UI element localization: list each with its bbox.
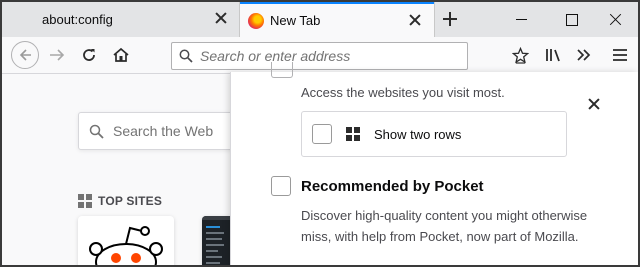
- close-tab-icon[interactable]: [408, 13, 422, 27]
- home-button[interactable]: [106, 40, 136, 70]
- close-tab-icon[interactable]: [214, 11, 228, 25]
- top-sites-label: TOP SITES: [98, 194, 163, 208]
- star-icon: [511, 46, 529, 64]
- web-search-box[interactable]: Search the Web: [78, 112, 238, 150]
- tab-title: New Tab: [270, 13, 321, 28]
- grid-icon: [346, 127, 360, 141]
- customize-panel: Access the websites you visit most. Show…: [230, 62, 638, 265]
- back-arrow-icon: [11, 41, 39, 69]
- grid-icon: [78, 194, 92, 208]
- hamburger-menu-button[interactable]: [605, 40, 635, 70]
- top-sites-header: TOP SITES: [78, 194, 162, 208]
- library-button[interactable]: [539, 40, 569, 70]
- top-site-tile[interactable]: [78, 216, 174, 265]
- show-two-rows-label: Show two rows: [374, 126, 462, 142]
- forward-button[interactable]: [42, 40, 72, 70]
- library-icon: [546, 49, 560, 62]
- firefox-icon: [248, 13, 264, 29]
- reload-icon: [83, 49, 95, 61]
- double-chevron-icon: [577, 49, 591, 61]
- tab-strip: about:config New Tab: [2, 2, 638, 37]
- show-two-rows-checkbox[interactable]: [312, 124, 332, 144]
- browser-window: about:config New Tab Search or enter add…: [0, 0, 640, 267]
- pocket-label: Recommended by Pocket: [301, 177, 484, 195]
- reddit-logo-icon: [89, 226, 163, 265]
- close-window-button[interactable]: [593, 2, 638, 37]
- address-input[interactable]: [200, 48, 450, 64]
- pocket-option[interactable]: Recommended by Pocket: [271, 176, 484, 196]
- bookmark-star-button[interactable]: [505, 40, 535, 70]
- new-tab-button[interactable]: [436, 5, 464, 33]
- top-sites-description: Access the websites you visit most.: [301, 85, 505, 100]
- url-bar[interactable]: [171, 42, 468, 70]
- forward-arrow-icon: [50, 49, 65, 61]
- pocket-description: Discover high-quality content you might …: [301, 208, 588, 244]
- search-icon: [79, 124, 113, 139]
- maximize-button[interactable]: [548, 2, 594, 37]
- close-panel-icon[interactable]: [587, 97, 601, 111]
- reload-button[interactable]: [74, 40, 104, 70]
- show-two-rows-option[interactable]: Show two rows: [301, 111, 567, 157]
- top-site-tile[interactable]: [202, 216, 232, 265]
- site-thumbnail: [202, 216, 232, 264]
- home-icon: [113, 47, 129, 62]
- web-search-placeholder: Search the Web: [113, 123, 214, 139]
- minimize-button[interactable]: [498, 2, 544, 37]
- overflow-menu-button[interactable]: [569, 40, 599, 70]
- hamburger-icon: [613, 49, 627, 61]
- top-sites-checkbox[interactable]: [271, 62, 293, 78]
- tab-title: about:config: [42, 12, 113, 27]
- pocket-checkbox[interactable]: [271, 176, 291, 196]
- search-icon: [172, 49, 200, 63]
- tab-about-config[interactable]: about:config: [28, 2, 240, 37]
- back-button[interactable]: [10, 40, 40, 70]
- tab-new-tab[interactable]: New Tab: [240, 2, 434, 37]
